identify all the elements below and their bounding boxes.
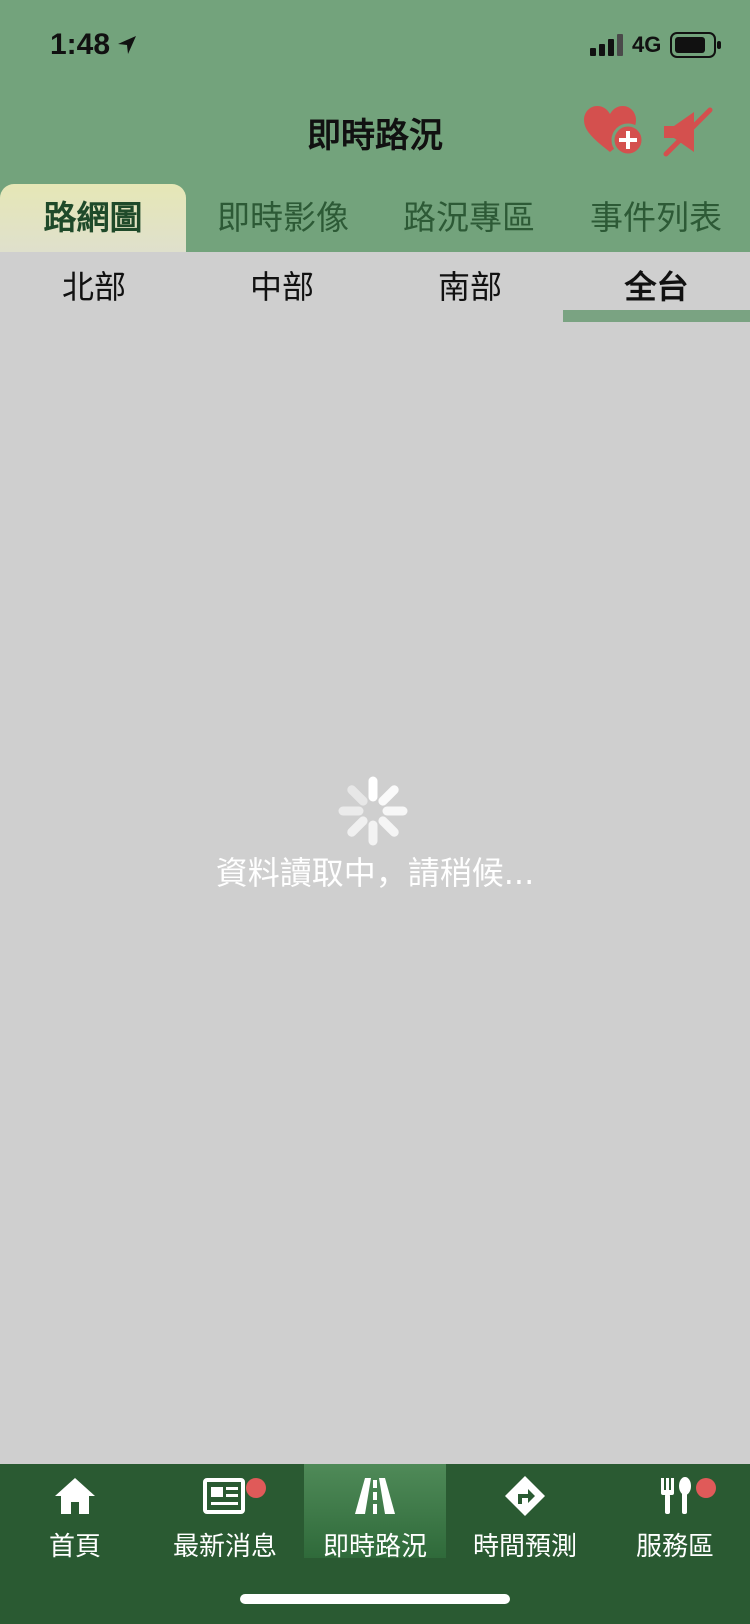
region-tab-north[interactable]: 北部 bbox=[0, 262, 188, 312]
nav-home-label: 首頁 bbox=[48, 1532, 101, 1562]
network-type: 4G bbox=[632, 32, 662, 57]
region-tab-central[interactable]: 中部 bbox=[188, 262, 376, 312]
nav-home[interactable]: 首頁 bbox=[0, 1464, 150, 1562]
loading-message: 資料讀取中，請稍候... bbox=[215, 854, 535, 892]
status-bar: 1:48 4G bbox=[0, 0, 750, 88]
nav-live-traffic[interactable]: 即時路況 bbox=[304, 1464, 446, 1562]
tab-event-list[interactable]: 事件列表 bbox=[562, 184, 750, 252]
bottom-nav-bar: 首頁 最新消息 即時路況 時間預測 服務區 bbox=[0, 1464, 750, 1624]
news-icon bbox=[203, 1478, 245, 1514]
region-tab-all[interactable]: 全台 bbox=[563, 262, 750, 312]
nav-service-area-label: 服務區 bbox=[635, 1532, 714, 1562]
dining-icon bbox=[661, 1477, 691, 1514]
active-tab-indicator bbox=[563, 310, 750, 322]
service-area-badge bbox=[696, 1478, 716, 1498]
nav-news[interactable]: 最新消息 bbox=[150, 1464, 300, 1562]
status-time: 1:48 bbox=[50, 28, 111, 61]
tab-network-map[interactable]: 路網圖 bbox=[0, 184, 186, 252]
mute-icon[interactable] bbox=[660, 106, 716, 158]
location-arrow-icon bbox=[118, 36, 136, 54]
header-bar: 1:48 4G 即時路況 路網圖 即時影像 路況專區 事件列表 bbox=[0, 0, 750, 252]
tab-live-camera[interactable]: 即時影像 bbox=[190, 184, 376, 252]
road-icon bbox=[355, 1478, 395, 1514]
nav-time-forecast[interactable]: 時間預測 bbox=[450, 1464, 600, 1562]
nav-service-area[interactable]: 服務區 bbox=[600, 1464, 750, 1562]
battery-icon bbox=[670, 32, 721, 58]
home-icon bbox=[55, 1478, 95, 1514]
region-tab-bar: 北部 中部 南部 全台 bbox=[0, 252, 750, 322]
nav-live-traffic-label: 即時路況 bbox=[322, 1532, 427, 1562]
region-tab-south[interactable]: 南部 bbox=[376, 262, 564, 312]
main-tab-bar: 路網圖 即時影像 路況專區 事件列表 bbox=[0, 184, 750, 252]
nav-time-forecast-label: 時間預測 bbox=[472, 1532, 577, 1562]
route-sign-icon bbox=[505, 1476, 545, 1516]
cellular-signal-icon bbox=[590, 34, 623, 56]
heart-plus-icon[interactable] bbox=[584, 106, 644, 158]
loading-spinner-icon bbox=[338, 776, 408, 846]
nav-news-label: 最新消息 bbox=[172, 1532, 277, 1562]
tab-traffic-zone[interactable]: 路況專區 bbox=[376, 184, 562, 252]
news-badge bbox=[246, 1478, 266, 1498]
home-indicator bbox=[240, 1594, 510, 1604]
